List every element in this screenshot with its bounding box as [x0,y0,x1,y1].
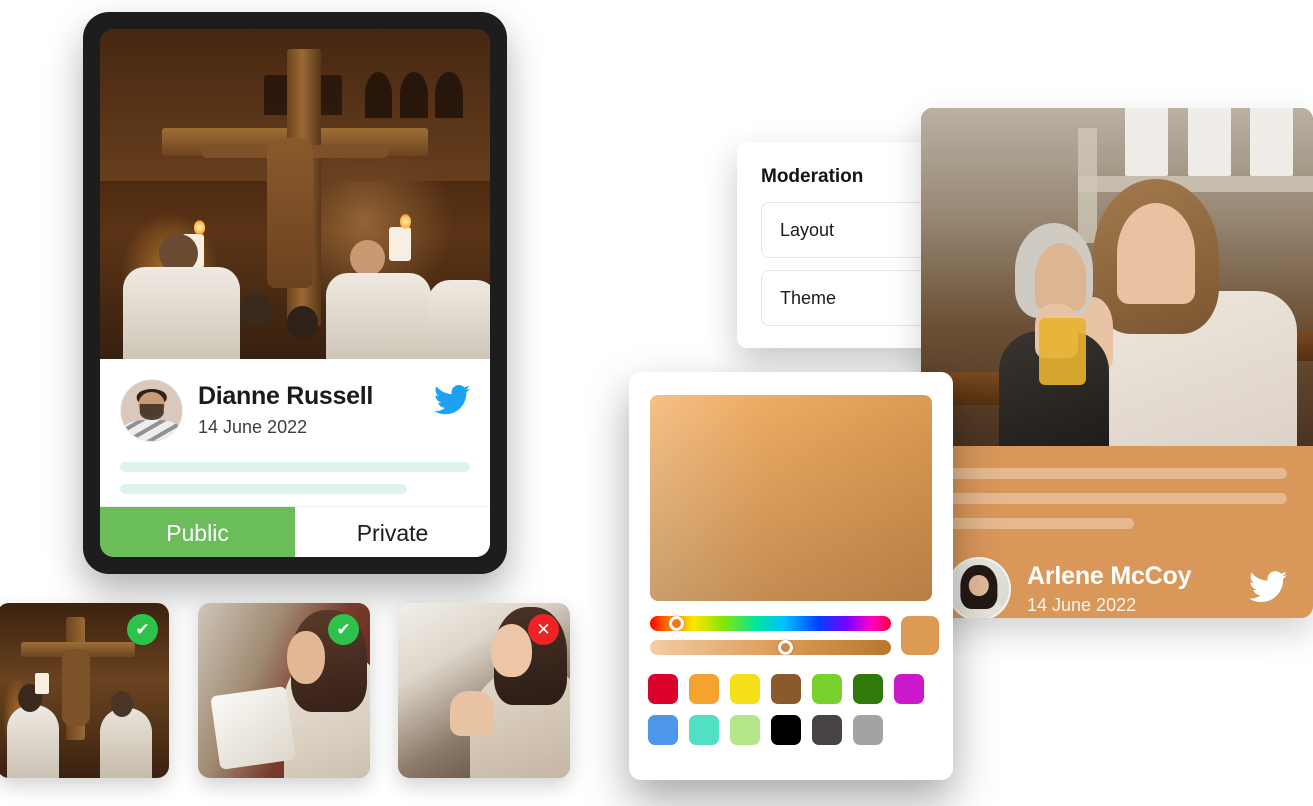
shade-slider-handle[interactable] [777,640,793,655]
color-swatch-turquoise[interactable] [689,715,719,745]
photo-flame [193,220,205,236]
color-swatch-grid [648,674,938,756]
woman-front-face [1117,202,1196,305]
arlene-skeleton [921,446,1313,529]
color-swatch-orange[interactable] [689,674,719,704]
photo-person-robe [427,279,490,359]
photo-crucifix-figure [267,137,314,288]
post-date: 14 June 2022 [198,416,308,437]
photo-person-head [240,293,272,326]
moderation-theme-label: Theme [780,287,837,308]
twitter-icon[interactable] [434,379,470,420]
color-swatch-yellow[interactable] [730,674,760,704]
color-swatch-light-green[interactable] [812,674,842,704]
color-swatch-magenta[interactable] [894,674,924,704]
church-beam [1077,175,1313,193]
thumbnail-item[interactable]: ✕ [398,603,570,778]
swatch-row [648,715,938,745]
thumbnail-approved-badge[interactable]: ✔ [328,614,359,645]
post-skeleton [100,448,490,506]
avatar-face [968,574,990,597]
church-window [1187,108,1231,176]
arlene-date: 14 June 2022 [1027,595,1137,616]
church-window [1250,108,1294,176]
photo-arch [435,71,463,119]
selected-color-preview [901,616,939,655]
photo-candle [388,227,411,261]
color-swatch-gray[interactable] [853,715,883,745]
church-window [1124,108,1168,176]
post-card[interactable]: Dianne Russell 14 June 2022 Public Priva… [83,12,507,574]
color-swatch-dark-gray[interactable] [812,715,842,745]
thumb-robe [100,708,152,778]
photo-person-robe [123,266,241,359]
avatar-body [123,420,180,441]
visibility-private-button[interactable]: Private [295,507,490,557]
post-author-name: Dianne Russell [198,382,374,410]
thumb-figure [62,648,90,726]
visibility-segmented-control[interactable]: Public Private [100,506,490,557]
thumbnail-rejected-badge[interactable]: ✕ [528,614,559,645]
color-swatch-brown[interactable] [771,674,801,704]
skeleton-line [120,462,470,472]
photo-figure-arm [302,144,389,158]
photo-person-head [349,240,385,277]
hue-slider-handle[interactable] [669,616,685,631]
thumb-open-book [210,685,296,769]
photo-arch [400,71,428,119]
arlene-meta-text: Arlene McCoy 14 June 2022 [1027,562,1233,617]
color-swatch-pale-green[interactable] [730,715,760,745]
post-photo[interactable] [100,29,490,359]
thumb-praying-hands [449,690,495,736]
woman-back-face [1034,243,1086,311]
arlene-meta: Arlene McCoy 14 June 2022 [921,543,1313,618]
church-beam [1077,128,1098,244]
thumb-robe [7,704,59,778]
thumb-candle [34,673,49,694]
saturation-value-field[interactable] [650,395,932,601]
swatch-row [648,674,938,704]
hue-slider[interactable] [650,616,891,631]
thumb-person-face [490,624,533,677]
avatar[interactable] [947,557,1011,618]
skeleton-line [947,518,1134,529]
moderation-layout-label: Layout [780,219,835,240]
avatar-beard [139,404,164,421]
color-swatch-dark-green[interactable] [853,674,883,704]
canvas: Dianne Russell 14 June 2022 Public Priva… [0,0,1313,806]
arlene-photo[interactable] [921,108,1313,446]
thumbnail-approved-badge[interactable]: ✔ [127,614,158,645]
arlene-author-name: Arlene McCoy [1027,561,1192,590]
twitter-icon[interactable] [1249,570,1287,608]
skeleton-line [947,468,1287,479]
skeleton-line [947,493,1287,504]
color-swatch-red[interactable] [648,674,678,704]
thumbnail-item[interactable]: ✔ [0,603,169,778]
photo-person-robe [326,273,432,359]
avatar[interactable] [120,379,183,442]
post-meta: Dianne Russell 14 June 2022 [100,359,490,448]
visibility-public-button[interactable]: Public [100,507,295,557]
shade-slider[interactable] [650,640,891,655]
photo-flame [400,213,412,229]
color-picker-panel [629,372,953,780]
color-swatch-blue[interactable] [648,715,678,745]
color-swatch-black[interactable] [771,715,801,745]
arlene-post-card[interactable]: Arlene McCoy 14 June 2022 [921,108,1313,618]
post-meta-text: Dianne Russell 14 June 2022 [198,379,419,438]
thumbnail-item[interactable]: ✔ [198,603,370,778]
thumb-head [110,690,133,717]
thumb-person-face [287,631,326,684]
photo-arch [365,71,393,119]
yellow-scarf [1038,317,1086,386]
post-card-inner: Dianne Russell 14 June 2022 Public Priva… [100,29,490,557]
skeleton-line [120,484,407,494]
